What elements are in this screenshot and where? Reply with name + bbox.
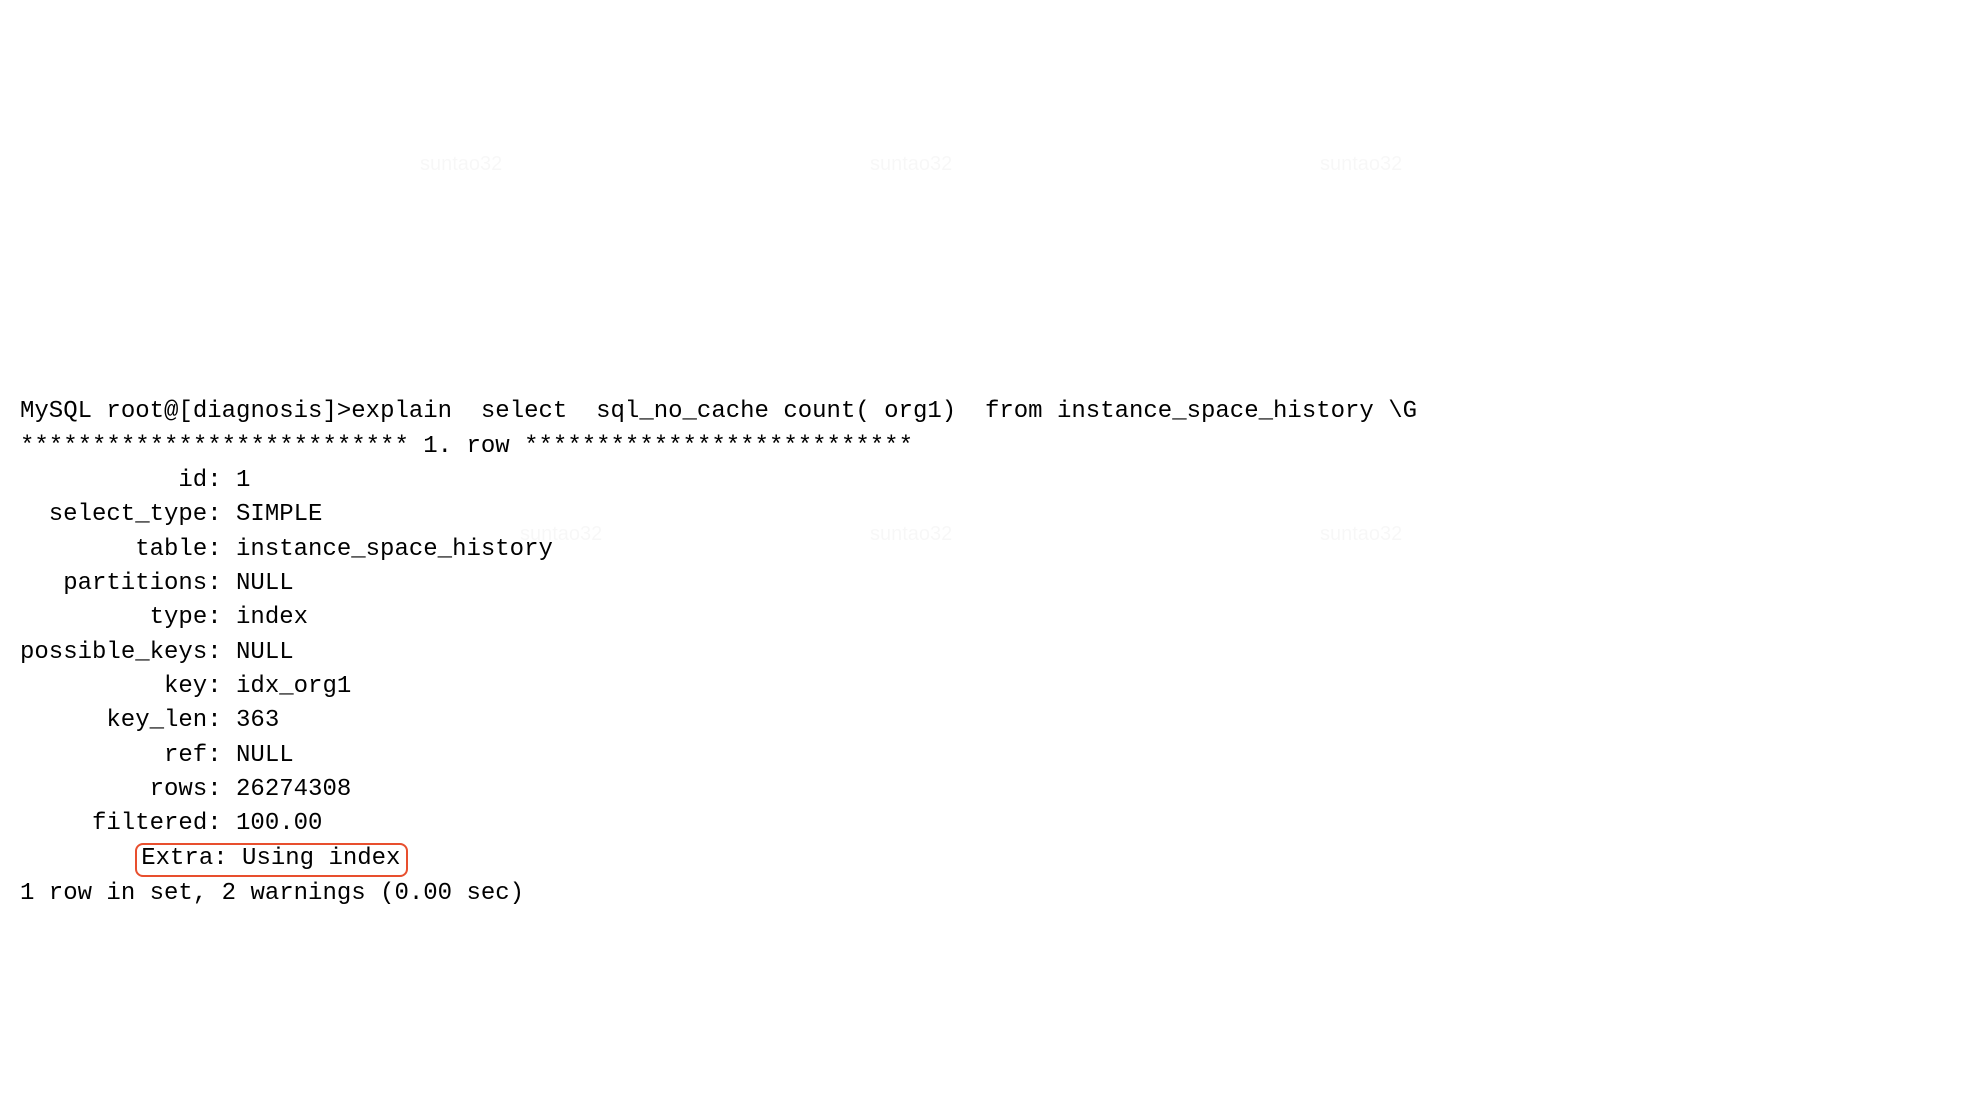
field-label: table [20,533,207,567]
command-line[interactable]: MySQL root@[diagnosis]>explain select sq… [20,395,1962,429]
explain-row-key_len: key_len: 363 [20,704,1962,738]
prompt: MySQL root@[diagnosis]> [20,398,351,425]
field-value: instance_space_history [236,536,553,563]
field-value: SIMPLE [236,501,322,528]
explain-row-possible_keys: possible_keys: NULL [20,636,1962,670]
explain-row-table: table: instance_space_history [20,533,1962,567]
explain-row-select_type: select_type: SIMPLE [20,498,1962,532]
field-label: id [20,464,207,498]
field-label: key_len [20,704,207,738]
field-label: possible_keys [20,636,207,670]
explain-row-key: key: idx_org1 [20,670,1962,704]
field-value: 100.00 [236,810,322,837]
field-label: select_type [20,498,207,532]
explain-row-filtered: filtered: 100.00 [20,807,1962,841]
field-label: rows [20,773,207,807]
field-value: 26274308 [236,776,351,803]
field-label: ref [20,739,207,773]
result-footer: 1 row in set, 2 warnings (0.00 sec) [20,877,1962,911]
explain-row-partitions: partitions: NULL [20,567,1962,601]
highlight-extra-box: Extra: Using index [135,843,408,878]
field-value: NULL [236,742,294,769]
field-label: filtered [20,807,207,841]
field-value: idx_org1 [236,673,351,700]
field-label: partitions [20,567,207,601]
field-value: 363 [236,707,279,734]
explain-row-type: type: index [20,601,1962,635]
field-value: NULL [236,570,294,597]
field-value: NULL [236,639,294,666]
explain-row-extra: Extra: Using index [20,842,1962,878]
command-text: explain select sql_no_cache count( org1)… [351,398,1417,425]
field-value: index [236,604,308,631]
row-separator: *************************** 1. row *****… [20,430,1962,464]
explain-row-ref: ref: NULL [20,739,1962,773]
explain-row-rows: rows: 26274308 [20,773,1962,807]
field-value: 1 [236,467,250,494]
field-label: key [20,670,207,704]
explain-row-id: id: 1 [20,464,1962,498]
field-label: type [20,601,207,635]
